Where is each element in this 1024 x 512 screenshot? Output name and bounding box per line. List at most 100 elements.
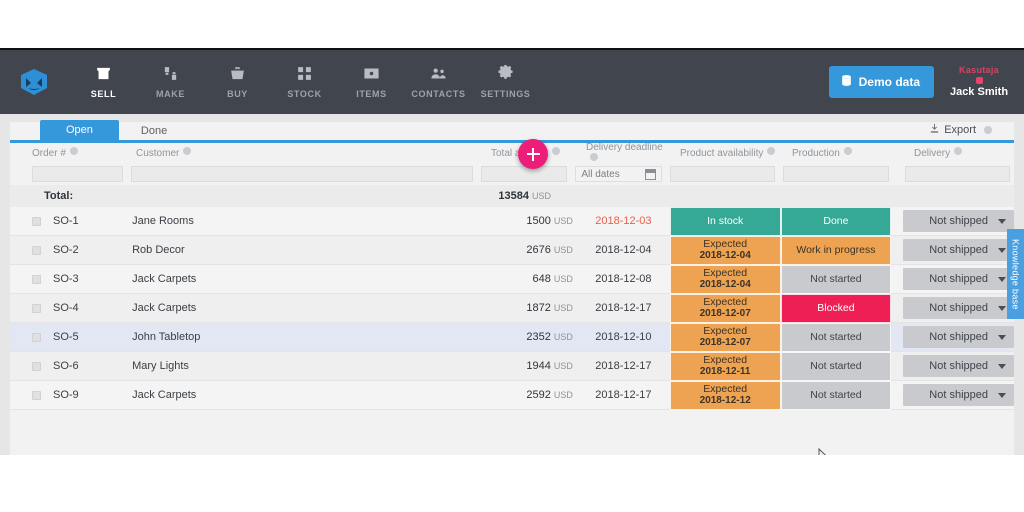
cell-delivery[interactable]: Not shipped: [903, 355, 1014, 377]
table-row[interactable]: SO-2 Rob Decor 2676 USD 2018-12-04 Expect…: [10, 235, 1014, 265]
nav-item-sell[interactable]: SELL: [70, 58, 137, 99]
nav-item-items[interactable]: ITEMS: [338, 58, 405, 99]
user-menu[interactable]: Kasutaja Jack Smith: [948, 65, 1010, 99]
export-button[interactable]: Export: [929, 123, 992, 137]
header-delivery-deadline[interactable]: Delivery deadline: [582, 142, 676, 165]
filter-production-input[interactable]: [783, 166, 889, 182]
cell-delivery[interactable]: Not shipped: [903, 239, 1014, 261]
availability-text: Expected: [703, 325, 748, 338]
row-checkbox[interactable]: [32, 390, 41, 400]
cell-total-amount: 2352 USD: [483, 331, 577, 343]
mrpeasy-logo-icon[interactable]: [18, 67, 50, 97]
cell-product-availability[interactable]: Expected 2018-12-12: [669, 380, 781, 410]
cell-production[interactable]: Blocked: [780, 293, 892, 323]
row-checkbox[interactable]: [32, 361, 41, 371]
cell-customer: Rob Decor: [132, 244, 185, 256]
header-product-availability[interactable]: Product availability: [676, 147, 788, 159]
cell-production[interactable]: Done: [780, 206, 892, 236]
delivery-text: Not shipped: [929, 331, 988, 343]
knowledge-base-tab[interactable]: Knowledge base: [1007, 229, 1024, 319]
cell-delivery[interactable]: Not shipped: [903, 326, 1014, 348]
cell-production[interactable]: Not started: [780, 351, 892, 381]
help-icon-production[interactable]: [843, 147, 852, 155]
header-customer[interactable]: Customer: [132, 147, 487, 159]
header-production[interactable]: Production: [788, 147, 900, 159]
header-order[interactable]: Order #: [28, 147, 132, 159]
availability-date: 2018-12-12: [699, 395, 751, 407]
filter-delivery-input[interactable]: [904, 166, 1010, 182]
cell-production[interactable]: Not started: [780, 264, 892, 294]
availability-text: Expected: [703, 267, 748, 280]
help-icon-delivery-deadline[interactable]: [590, 152, 598, 161]
table-row[interactable]: SO-4 Jack Carpets 1872 USD 2018-12-17 Exp…: [10, 293, 1014, 323]
cell-product-availability[interactable]: Expected 2018-12-04: [669, 235, 781, 265]
row-checkbox[interactable]: [32, 274, 41, 284]
header-delivery[interactable]: Delivery: [900, 147, 1012, 159]
filter-customer-input[interactable]: [130, 166, 473, 182]
user-avatar: [975, 77, 983, 85]
cell-product-availability[interactable]: Expected 2018-12-11: [669, 351, 781, 381]
cell-delivery[interactable]: Not shipped: [903, 268, 1014, 290]
table-row[interactable]: SO-3 Jack Carpets 648 USD 2018-12-08 Expe…: [10, 264, 1014, 294]
chevron-down-icon[interactable]: [998, 277, 1006, 282]
cell-delivery-deadline: 2018-12-08: [595, 273, 652, 285]
calendar-icon[interactable]: [645, 168, 656, 180]
filter-delivery-deadline-input[interactable]: All dates: [575, 166, 662, 182]
row-checkbox[interactable]: [32, 245, 41, 255]
chevron-down-icon[interactable]: [998, 364, 1006, 369]
total-amount-cell: 13584 USD: [460, 190, 555, 202]
help-icon-export[interactable]: [984, 126, 992, 134]
tab-open[interactable]: Open: [40, 120, 119, 140]
total-amount-value: 13584: [498, 190, 529, 202]
help-icon-delivery[interactable]: [954, 147, 963, 155]
nav-item-stock[interactable]: STOCK: [271, 58, 338, 99]
chevron-down-icon[interactable]: [998, 248, 1006, 253]
cell-production[interactable]: Work in progress: [780, 235, 892, 265]
cell-production[interactable]: Not started: [780, 380, 892, 410]
row-checkbox[interactable]: [32, 216, 41, 226]
help-icon-product-availability[interactable]: [767, 147, 776, 155]
cell-customer: Jack Carpets: [132, 273, 197, 285]
nav-label-stock: STOCK: [287, 89, 322, 99]
nav-item-settings[interactable]: SETTINGS: [472, 58, 539, 99]
cell-order: SO-5: [53, 331, 79, 343]
filter-order-input[interactable]: [32, 166, 123, 182]
cell-product-availability[interactable]: Expected 2018-12-07: [669, 322, 781, 352]
demo-data-button[interactable]: Demo data: [828, 65, 934, 98]
cell-product-availability[interactable]: In stock: [669, 206, 781, 236]
table-row[interactable]: SO-5 John Tabletop 2352 USD 2018-12-10 Ex…: [10, 322, 1014, 352]
help-icon-order[interactable]: [69, 147, 78, 155]
chevron-down-icon[interactable]: [998, 219, 1006, 224]
filter-total-amount-input[interactable]: [480, 166, 568, 182]
table-row[interactable]: SO-9 Jack Carpets 2592 USD 2018-12-17 Exp…: [10, 380, 1014, 410]
cell-order: SO-6: [53, 360, 79, 372]
tab-done[interactable]: Done: [119, 121, 189, 140]
chevron-down-icon[interactable]: [998, 393, 1006, 398]
table-row[interactable]: SO-1 Jane Rooms 1500 USD 2018-12-03 In st…: [10, 206, 1014, 236]
nav-item-make[interactable]: MAKE: [137, 58, 204, 99]
cell-delivery[interactable]: Not shipped: [903, 210, 1014, 232]
tab-bar: Open Done Export: [10, 120, 1014, 143]
cell-delivery[interactable]: Not shipped: [903, 384, 1014, 406]
gear-icon: [497, 62, 514, 84]
cell-production[interactable]: Not started: [780, 322, 892, 352]
nav-item-buy[interactable]: BUY: [204, 58, 271, 99]
filter-product-availability-input[interactable]: [670, 166, 776, 182]
header-customer-label: Customer: [136, 148, 180, 159]
help-icon-total-amount[interactable]: [552, 147, 561, 155]
cell-product-availability[interactable]: Expected 2018-12-07: [669, 293, 781, 323]
row-checkbox[interactable]: [32, 332, 41, 342]
row-checkbox[interactable]: [32, 303, 41, 313]
add-new-button[interactable]: [518, 139, 548, 169]
cell-product-availability[interactable]: Expected 2018-12-04: [669, 264, 781, 294]
help-icon-customer[interactable]: [183, 147, 192, 155]
table-row[interactable]: SO-6 Mary Lights 1944 USD 2018-12-17 Expe…: [10, 351, 1014, 381]
chevron-down-icon[interactable]: [998, 335, 1006, 340]
chevron-down-icon[interactable]: [998, 306, 1006, 311]
cell-order: SO-2: [53, 244, 79, 256]
production-text: Done: [823, 214, 849, 227]
cell-delivery[interactable]: Not shipped: [903, 297, 1014, 319]
nav-item-contacts[interactable]: CONTACTS: [405, 58, 472, 99]
production-text: Work in progress: [796, 243, 876, 256]
delivery-text: Not shipped: [929, 244, 988, 256]
